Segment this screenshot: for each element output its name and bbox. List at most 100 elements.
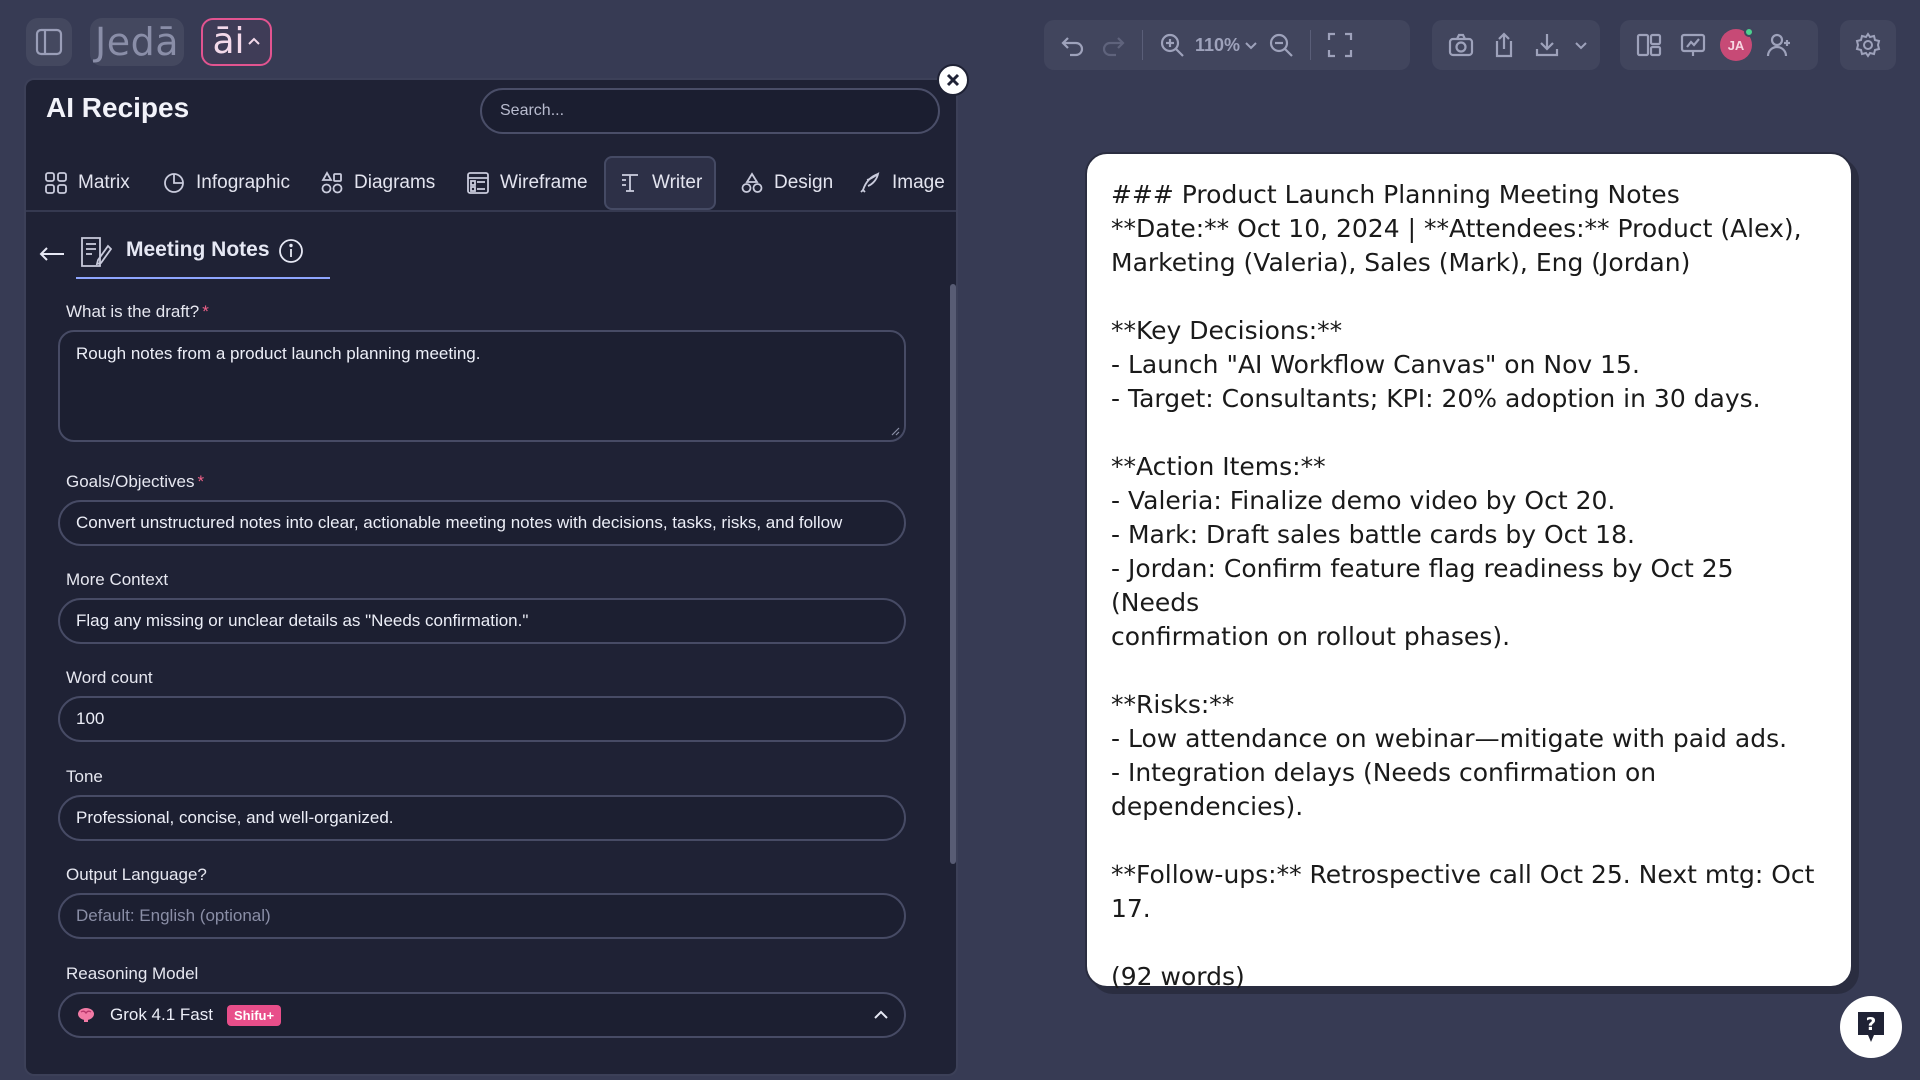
tone-input[interactable]: Professional, concise, and well-organize… [58,795,906,841]
model-select[interactable]: Grok 4.1 Fast Shifu+ [58,992,906,1038]
output-line: - Jordan: Confirm feature flag readiness… [1111,554,1742,617]
word-count-value: 100 [76,709,105,728]
help-icon: ? [1854,1009,1888,1045]
zoom-value: 110% [1195,34,1241,55]
draft-label: What is the draft? * [66,302,209,322]
output-line: - Mark: Draft sales battle cards by Oct … [1111,520,1635,549]
tab-label: Infographic [196,172,291,193]
ai-logo-text: āi [212,21,245,62]
ai-menu-button[interactable]: āi [201,18,272,66]
app-logo[interactable]: Jedā [90,18,184,66]
model-label: Reasoning Model [66,964,199,983]
tab-wireframe[interactable]: Wireframe [466,156,588,210]
tab-label: Image [892,172,945,193]
draft-label-text: What is the draft? [66,302,200,321]
output-line: - Low attendance on webinar—mitigate wit… [1111,724,1788,753]
layout-icon[interactable] [1632,28,1666,62]
output-line: - Valeria: Finalize demo video by Oct 20… [1111,486,1616,515]
goals-input[interactable]: Convert unstructured notes into clear, a… [58,500,906,546]
resize-handle-icon[interactable] [890,426,900,436]
chevron-up-icon [247,35,261,49]
language-placeholder: Default: English (optional) [76,906,271,925]
tab-diagrams[interactable]: Diagrams [320,156,435,210]
word-count-label: Word count [66,668,153,687]
recipe-title: Meeting Notes [126,238,270,261]
context-input[interactable]: Flag any missing or unclear details as "… [58,598,906,644]
infographic-icon [162,171,186,195]
panel-title: AI Recipes [46,92,190,123]
tab-design[interactable]: Design [740,156,833,210]
back-arrow-icon[interactable] [38,242,66,266]
output-line: (92 words) [1111,962,1245,991]
zoom-select[interactable]: 110% [1195,35,1258,56]
output-line: **Follow-ups:** Retrospective call Oct 2… [1111,860,1815,889]
word-count-input[interactable]: 100 [58,696,906,742]
zoom-out-icon[interactable] [1264,28,1298,62]
brain-icon [76,1006,96,1024]
undo-icon[interactable] [1056,28,1090,62]
required-mark: * [202,302,209,321]
generated-output-card[interactable]: ### Product Launch Planning Meeting Note… [1085,152,1853,991]
output-line: - Target: Consultants; KPI: 20% adoption… [1111,384,1761,413]
design-icon [740,171,764,195]
download-icon[interactable] [1531,28,1564,62]
matrix-icon [44,171,68,195]
language-label: Output Language? [66,865,207,884]
upload-icon[interactable] [1487,28,1520,62]
view-toolbar: JA [1620,20,1818,70]
add-user-icon[interactable] [1762,28,1796,62]
tab-image[interactable]: Image [858,156,945,210]
panel-scrollbar[interactable] [950,284,956,864]
image-icon [858,171,882,195]
zoom-in-icon[interactable] [1155,28,1189,62]
tab-label: Matrix [78,172,130,193]
tab-writer[interactable]: Writer [604,156,717,210]
close-icon [945,72,961,88]
draft-textarea[interactable]: Rough notes from a product launch planni… [58,330,906,442]
help-button[interactable]: ? [1840,996,1902,1058]
toolbar-divider [1310,30,1312,60]
context-value: Flag any missing or unclear details as "… [76,611,529,630]
redo-icon[interactable] [1096,28,1130,62]
output-line: Marketing (Valeria), Sales (Mark), Eng (… [1111,248,1691,277]
tab-infographic[interactable]: Infographic [162,156,290,210]
tab-label: Wireframe [500,172,588,193]
tone-value: Professional, concise, and well-organize… [76,808,394,827]
output-line: **Action Items:** [1111,452,1326,481]
avatar[interactable]: JA [1720,27,1754,61]
goals-label: Goals/Objectives * [66,472,204,492]
sidebar-toggle-button[interactable] [26,18,72,66]
settings-button[interactable] [1840,20,1896,70]
output-line: **Key Decisions:** [1111,316,1343,345]
gear-icon [1851,28,1885,62]
plan-badge: Shifu+ [226,1004,282,1026]
output-line: - Launch "AI Workflow Canvas" on Nov 15. [1111,350,1640,379]
present-icon[interactable] [1676,28,1710,62]
output-line: confirmation on rollout phases). [1111,622,1511,651]
chevron-down-icon[interactable] [1574,38,1588,52]
export-toolbar [1432,20,1600,70]
draft-value: Rough notes from a product launch planni… [76,344,481,363]
output-line: - Integration delays (Needs confirmation… [1111,758,1657,787]
logo-text: Jedā [95,20,179,64]
goals-value: Convert unstructured notes into clear, a… [76,513,843,532]
close-panel-button[interactable] [937,64,969,96]
online-status-dot [1744,27,1754,37]
output-line: **Risks:** [1111,690,1235,719]
info-icon[interactable] [278,238,304,264]
goals-label-text: Goals/Objectives [66,472,195,491]
language-input[interactable]: Default: English (optional) [58,893,906,939]
diagrams-icon [320,171,344,195]
fit-screen-icon[interactable] [1323,28,1357,62]
avatar-initials: JA [1727,37,1745,53]
camera-icon[interactable] [1444,28,1477,62]
search-input[interactable] [480,88,940,134]
sidebar-icon [34,27,64,57]
output-line: **Date:** Oct 10, 2024 | **Attendees:** … [1111,214,1802,243]
tab-matrix[interactable]: Matrix [44,156,130,210]
writer-icon [618,171,642,195]
output-line: ### Product Launch Planning Meeting Note… [1111,180,1680,209]
